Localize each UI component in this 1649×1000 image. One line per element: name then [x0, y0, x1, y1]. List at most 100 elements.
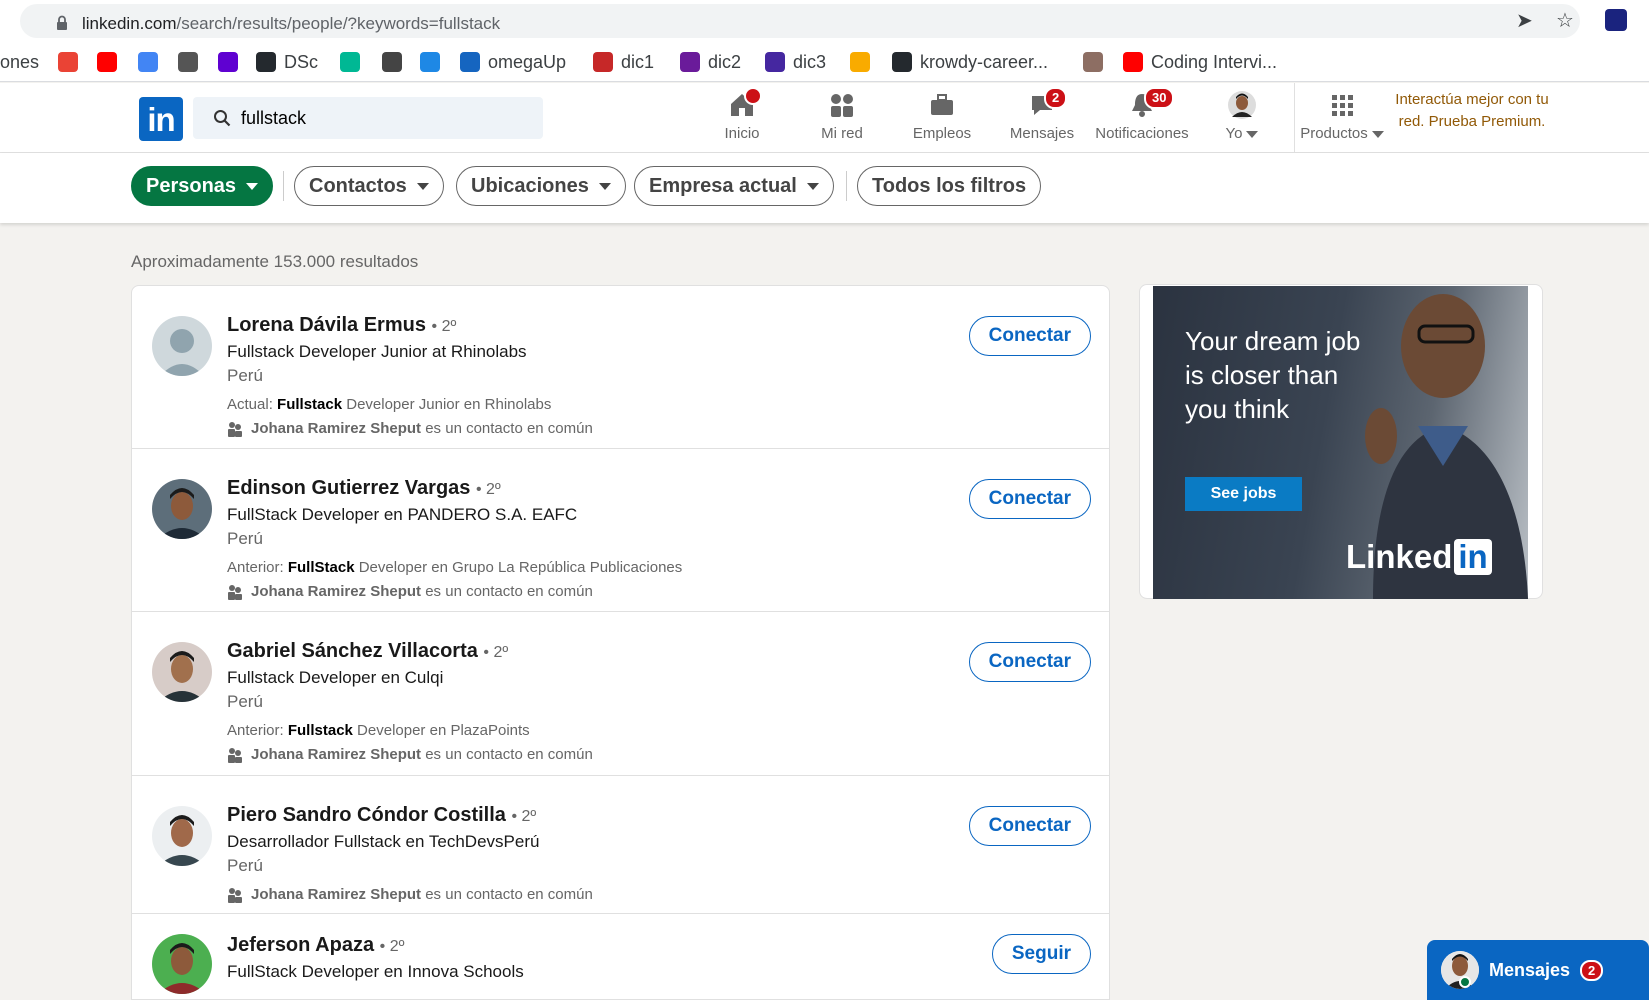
connect-button[interactable]: Conectar	[968, 806, 1091, 846]
nav-briefcase[interactable]: Empleos	[892, 91, 992, 142]
bookmark-item[interactable]: ones	[0, 51, 39, 73]
result-name[interactable]: Edinson Gutierrez Vargas	[227, 477, 470, 499]
address-bar[interactable]: linkedin.com/search/results/people/?keyw…	[20, 4, 1580, 38]
bookmark-item[interactable]	[138, 51, 158, 73]
bookmark-item[interactable]	[178, 51, 198, 73]
avatar[interactable]	[152, 479, 212, 539]
nav-network[interactable]: Mi red	[792, 91, 892, 142]
default-avatar-icon[interactable]	[152, 316, 212, 376]
shared-connections-icon	[228, 421, 242, 437]
premium-upsell-link[interactable]: Interactúa mejor con tu red. Prueba Prem…	[1392, 89, 1552, 133]
lock-icon	[57, 15, 67, 30]
nav-label: Mi red	[792, 125, 892, 142]
bookmark-item[interactable]: omegaUp	[460, 51, 566, 73]
linkedin-logo-icon[interactable]: in	[139, 97, 183, 141]
nav-label-text: Inicio	[724, 125, 760, 142]
result-location: Perú	[227, 856, 263, 875]
messaging-badge: 2	[1580, 959, 1604, 981]
filter-contactos[interactable]: Contactos	[294, 166, 444, 206]
summary-prefix: Actual:	[227, 396, 278, 413]
nav-label: Productos	[1292, 125, 1392, 142]
bookmark-item[interactable]: dic2	[680, 51, 741, 73]
avatar[interactable]	[152, 934, 212, 994]
filter-personas[interactable]: Personas	[131, 166, 274, 206]
search-input[interactable]	[241, 105, 531, 131]
bookmark-item[interactable]	[218, 51, 238, 73]
nav-label: Empleos	[892, 125, 992, 142]
chat-icon: 2	[1028, 87, 1068, 119]
bookmark-item[interactable]: dic1	[593, 51, 654, 73]
filter-ubicaciones[interactable]: Ubicaciones	[456, 166, 626, 206]
nav-bell[interactable]: 30 Notificaciones	[1092, 87, 1192, 142]
result-name[interactable]: Piero Sandro Cóndor Costilla	[227, 804, 506, 826]
bookmark-item[interactable]: krowdy-career...	[892, 51, 1048, 73]
messaging-bar[interactable]: Mensajes 2	[1427, 940, 1649, 1000]
search-box[interactable]	[193, 97, 543, 139]
browser-url-bar: linkedin.com/search/results/people/?keyw…	[0, 0, 1649, 42]
result-row: Edinson Gutierrez Vargas • 2º FullStack D…	[132, 449, 1109, 612]
shared-connection[interactable]: Johana Ramirez Sheput es un contacto en …	[227, 583, 593, 600]
result-name[interactable]: Lorena Dávila Ermus	[227, 314, 426, 336]
online-status-icon	[1459, 976, 1471, 988]
shared-connections-icon	[228, 887, 242, 903]
bookmark-item[interactable]: DSc	[256, 51, 318, 73]
nav-label: Inicio	[692, 125, 792, 142]
result-location: Perú	[227, 529, 263, 548]
bookmark-item[interactable]	[850, 51, 870, 73]
connect-button[interactable]: Conectar	[968, 316, 1091, 356]
bookmark-item[interactable]	[97, 51, 117, 73]
bookmark-item[interactable]	[1083, 51, 1103, 73]
bookmark-item[interactable]: dic3	[765, 51, 826, 73]
see-jobs-button[interactable]: See jobs	[1185, 477, 1302, 511]
result-name[interactable]: Jeferson Apaza	[227, 934, 374, 956]
summary-keyword: FullStack	[287, 559, 355, 576]
bookmark-label: ones	[0, 51, 40, 72]
youtube-icon	[1123, 52, 1143, 72]
bookmark-item[interactable]	[382, 51, 402, 73]
connect-button[interactable]: Conectar	[968, 642, 1091, 682]
shared-connection[interactable]: Johana Ramirez Sheput es un contacto en …	[227, 886, 593, 903]
avatar[interactable]	[152, 642, 212, 702]
result-name-line: Jeferson Apaza • 2º	[227, 934, 404, 957]
summary-prefix: Anterior:	[227, 722, 288, 739]
bookmark-item[interactable]	[420, 51, 440, 73]
filter-empresa-actual[interactable]: Empresa actual	[634, 166, 834, 206]
bookmark-item[interactable]	[340, 51, 360, 73]
all-filters-button[interactable]: Todos los filtros	[857, 166, 1042, 206]
bookmark-item[interactable]: Coding Intervi...	[1123, 51, 1277, 73]
star-icon[interactable]: ☆	[1556, 8, 1574, 33]
translate-icon	[138, 52, 158, 72]
bookmarks-bar: ones DSc omegaUp dic1 dic2 dic3 krowdy-career.…	[0, 42, 1649, 82]
header-divider	[1294, 83, 1295, 153]
shared-connection[interactable]: Johana Ramirez Sheput es un contacto en …	[227, 746, 593, 763]
url-host: linkedin.com	[82, 14, 177, 33]
url-text[interactable]: linkedin.com/search/results/people/?keyw…	[82, 14, 500, 34]
nav-profile[interactable]: Yo	[1192, 91, 1292, 142]
nav-home[interactable]: Inicio	[692, 87, 792, 142]
bookmark-item[interactable]	[58, 51, 78, 73]
result-row: Lorena Dávila Ermus • 2º Fullstack Develo…	[132, 286, 1109, 449]
connect-button[interactable]: Conectar	[968, 479, 1091, 519]
result-name[interactable]: Gabriel Sánchez Villacorta	[227, 640, 478, 662]
results-count: Aproximadamente 153.000 resultados	[131, 252, 419, 271]
results-list: Lorena Dávila Ermus • 2º Fullstack Develo…	[131, 285, 1110, 1000]
send-icon[interactable]: ➤	[1516, 8, 1533, 33]
shared-connection[interactable]: Johana Ramirez Sheput es un contacto en …	[227, 420, 593, 437]
home-icon	[728, 87, 762, 119]
ad-linkedin-logo: Linked in	[1346, 538, 1492, 576]
nav-grid[interactable]: Productos	[1292, 91, 1392, 142]
pe-icon	[1083, 52, 1103, 72]
summary-rest: Developer en PlazaPoints	[352, 722, 530, 739]
network-icon	[828, 91, 856, 119]
search-icon	[214, 110, 231, 127]
follow-button[interactable]: Seguir	[991, 934, 1091, 974]
connection-degree: • 2º	[431, 318, 457, 335]
translate-small-icon	[382, 52, 402, 72]
shield-icon	[593, 52, 613, 72]
extension-icon[interactable]	[1605, 9, 1627, 31]
nav-chat[interactable]: 2 Mensajes	[992, 87, 1092, 142]
avatar[interactable]	[152, 806, 212, 866]
omega-icon	[460, 52, 480, 72]
ad-banner[interactable]: Your dream job is closer than you think …	[1153, 286, 1528, 599]
summary-keyword: Fullstack	[277, 396, 343, 413]
